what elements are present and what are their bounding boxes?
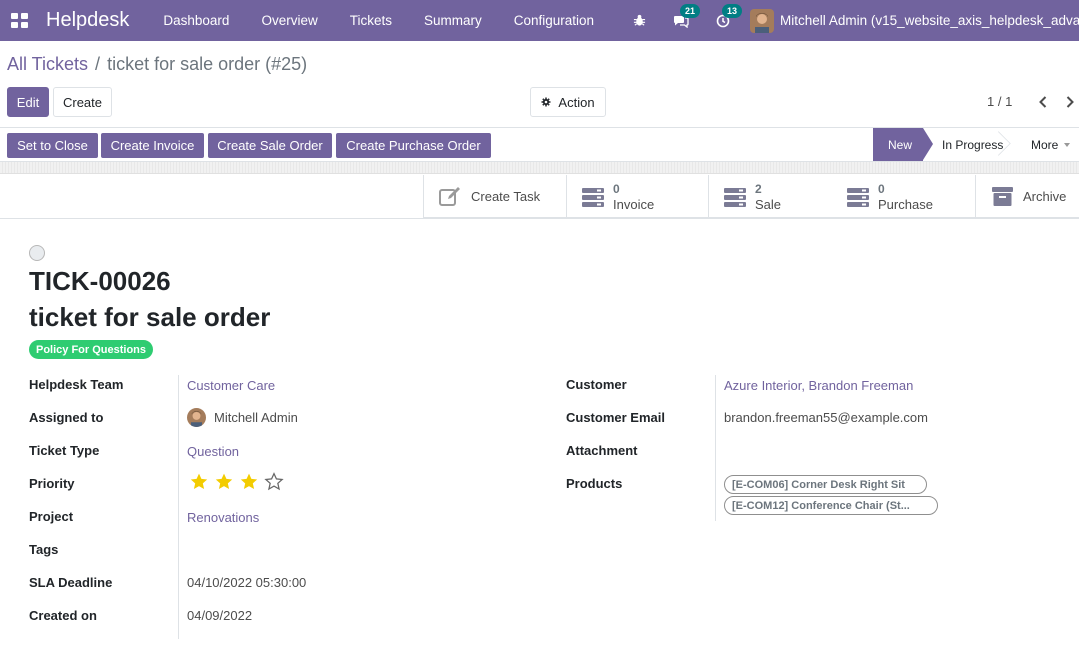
- pager-next-icon[interactable]: [1063, 94, 1077, 110]
- user-avatar: [750, 8, 775, 33]
- helpdesk-team-label: Helpdesk Team: [29, 377, 124, 392]
- product-tag[interactable]: [E-COM06] Corner Desk Right Sit: [724, 475, 927, 494]
- menu-summary[interactable]: Summary: [408, 13, 498, 28]
- stage-more-label: More: [1031, 137, 1059, 152]
- purchase-label: Purchase: [878, 196, 933, 212]
- purchase-smart-button[interactable]: 0 Purchase: [832, 175, 975, 218]
- sla-deadline-value: 04/10/2022 05:30:00: [187, 575, 307, 590]
- pager-value[interactable]: 1 / 1: [987, 94, 1012, 109]
- star-empty-icon[interactable]: [264, 472, 284, 492]
- customer-label: Customer: [566, 377, 627, 392]
- right-group-separator: [715, 375, 716, 521]
- button-box-divider: [0, 218, 1079, 219]
- breadcrumb-separator: /: [95, 54, 101, 74]
- invoice-smart-button[interactable]: 0 Invoice: [566, 175, 708, 218]
- sale-smart-button[interactable]: 2 Sale: [708, 175, 832, 218]
- customer-email-value[interactable]: brandon.freeman55@example.com: [724, 410, 928, 425]
- menu-overview[interactable]: Overview: [245, 13, 333, 28]
- invoice-label: Invoice: [613, 196, 655, 212]
- product-tag[interactable]: [E-COM12] Conference Chair (St...: [724, 496, 938, 515]
- invoice-count: 0: [613, 181, 620, 196]
- statusbar: Set to Close Create Invoice Create Sale …: [0, 127, 1079, 162]
- assigned-to-label: Assigned to: [29, 410, 104, 425]
- star-filled-icon[interactable]: [239, 472, 259, 492]
- stage-pipeline: New In Progress More: [873, 128, 1079, 161]
- gear-icon: [541, 97, 551, 107]
- created-on-label: Created on: [29, 608, 97, 623]
- policy-tag[interactable]: Policy For Questions: [29, 340, 154, 359]
- messages-icon[interactable]: 21: [668, 3, 701, 34]
- breadcrumb-all-tickets[interactable]: All Tickets: [7, 54, 88, 74]
- assigned-to-value[interactable]: Mitchell Admin: [187, 408, 298, 427]
- stage-new[interactable]: New: [873, 128, 933, 161]
- create-button[interactable]: Create: [53, 87, 112, 117]
- customer-value[interactable]: Azure Interior, Brandon Freeman: [724, 378, 913, 393]
- action-label: Action: [558, 94, 595, 110]
- ticket-number: TICK-00026: [29, 266, 171, 296]
- create-invoice-button[interactable]: Create Invoice: [101, 133, 204, 158]
- star-filled-icon[interactable]: [214, 472, 234, 492]
- activities-badge: 13: [722, 3, 743, 18]
- products-label: Products: [566, 476, 623, 491]
- attachment-label: Attachment: [566, 443, 638, 458]
- menu-configuration[interactable]: Configuration: [498, 13, 610, 28]
- sale-stack-icon: [724, 187, 746, 207]
- assignee-name: Mitchell Admin: [214, 410, 298, 425]
- create-sale-order-button[interactable]: Create Sale Order: [208, 133, 332, 158]
- archive-box-icon: [992, 187, 1013, 206]
- user-name: Mitchell Admin (v15_website_axis_helpdes…: [780, 13, 1079, 28]
- sale-count: 2: [755, 181, 762, 196]
- priority-label: Priority: [29, 476, 75, 491]
- breadcrumb: All Tickets / ticket for sale order (#25…: [7, 54, 307, 75]
- user-menu[interactable]: Mitchell Admin (v15_website_axis_helpdes…: [750, 8, 1079, 33]
- app-brand[interactable]: Helpdesk: [46, 9, 129, 32]
- created-on-value: 04/09/2022: [187, 608, 253, 623]
- ticket-type-value[interactable]: Question: [187, 444, 239, 459]
- left-group-separator: [178, 375, 179, 639]
- pager-previous-icon[interactable]: [1036, 94, 1050, 110]
- ticket-name: ticket for sale order: [29, 302, 271, 332]
- apps-menu-icon[interactable]: [11, 13, 28, 28]
- star-filled-icon[interactable]: [189, 472, 209, 492]
- helpdesk-team-value[interactable]: Customer Care: [187, 378, 275, 393]
- stage-new-label: New: [888, 137, 913, 152]
- sheet-divider: [0, 162, 1079, 174]
- edit-task-icon: [439, 186, 460, 206]
- debug-bug-icon[interactable]: [626, 8, 652, 34]
- top-navbar: Helpdesk Dashboard Overview Tickets Summ…: [0, 0, 1079, 41]
- assignee-avatar: [187, 408, 206, 427]
- stage-in-progress[interactable]: In Progress: [923, 128, 1009, 161]
- menu-dashboard[interactable]: Dashboard: [147, 13, 245, 28]
- project-value[interactable]: Renovations: [187, 510, 259, 525]
- archive-label: Archive: [1023, 189, 1067, 204]
- set-to-close-button[interactable]: Set to Close: [7, 133, 98, 158]
- create-task-label: Create Task: [471, 189, 541, 204]
- kanban-state-indicator[interactable]: [29, 245, 45, 261]
- create-purchase-order-button[interactable]: Create Purchase Order: [336, 133, 491, 158]
- purchase-count: 0: [878, 181, 885, 196]
- sla-deadline-label: SLA Deadline: [29, 575, 113, 590]
- edit-button[interactable]: Edit: [7, 87, 49, 117]
- archive-button[interactable]: Archive: [975, 175, 1079, 218]
- stage-in-progress-label: In Progress: [942, 137, 1004, 152]
- menu-tickets[interactable]: Tickets: [334, 13, 408, 28]
- caret-down-icon: [1064, 142, 1071, 147]
- create-task-button[interactable]: Create Task: [423, 175, 566, 218]
- project-label: Project: [29, 509, 74, 524]
- action-button[interactable]: Action: [530, 87, 606, 117]
- breadcrumb-current: ticket for sale order (#25): [107, 54, 308, 74]
- tags-label: Tags: [29, 542, 59, 557]
- purchase-stack-icon: [847, 187, 869, 207]
- sale-label: Sale: [755, 196, 782, 212]
- stage-more-dropdown[interactable]: More: [1009, 128, 1079, 161]
- messages-badge: 21: [680, 3, 701, 18]
- smart-button-box: Create Task 0 Invoice 2 Sale 0 Purchase Arc…: [423, 175, 1079, 218]
- activities-clock-icon[interactable]: 13: [710, 3, 743, 34]
- customer-email-label: Customer Email: [566, 410, 665, 425]
- ticket-type-label: Ticket Type: [29, 443, 100, 458]
- invoice-stack-icon: [582, 187, 604, 207]
